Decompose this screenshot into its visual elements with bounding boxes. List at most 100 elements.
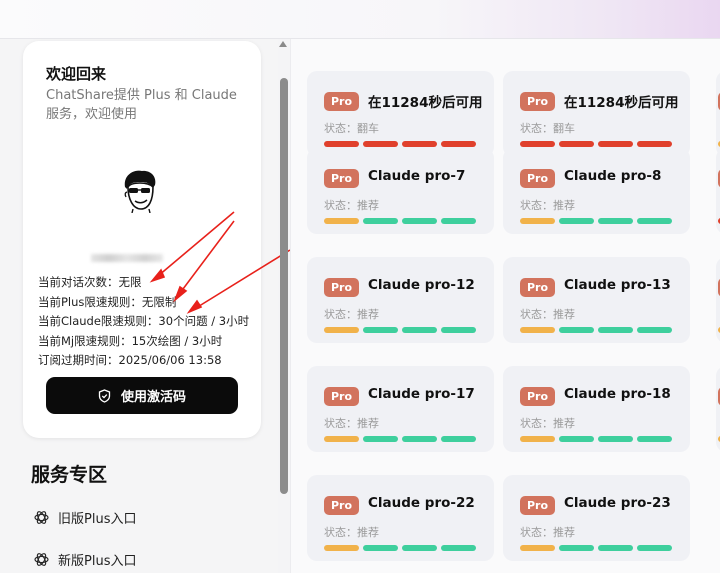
load-bar-segment	[441, 327, 476, 333]
service-item-label: 新版Plus入口	[58, 554, 137, 569]
pro-badge: Pro	[520, 169, 555, 188]
model-status: 状态：推荐	[324, 199, 379, 212]
load-bar-segment	[559, 327, 594, 333]
model-name: Claude pro-8	[564, 168, 662, 184]
load-indicator	[324, 545, 476, 551]
load-bar-segment	[324, 141, 359, 147]
sidebar-scrollbar[interactable]	[280, 78, 288, 494]
pro-badge: Pro	[324, 387, 359, 406]
pro-badge: Pro	[324, 278, 359, 297]
stat-mj-rule: 当前Mj限速规则：15次绘图 / 3小时	[38, 333, 223, 348]
model-status: 状态：推荐	[324, 526, 379, 539]
model-card[interactable]: Pro Claude pro-12 状态：推荐	[307, 257, 494, 343]
load-bar-segment	[598, 141, 633, 147]
load-indicator	[520, 436, 672, 442]
pro-badge: Pro	[520, 278, 555, 297]
model-card[interactable]: Pro 在11284秒后可用 状态：翻车	[307, 71, 494, 157]
load-bar-segment	[598, 327, 633, 333]
model-card[interactable]: Pro Claude pro-18 状态：推荐	[503, 366, 690, 452]
welcome-description: ChatShare提供 Plus 和 Claude 服务，欢迎使用	[46, 88, 237, 122]
model-name: 在11284秒后可用	[368, 95, 483, 111]
load-bar-segment	[441, 141, 476, 147]
load-bar-segment	[441, 436, 476, 442]
load-bar-segment	[363, 218, 398, 224]
load-indicator	[324, 436, 476, 442]
stat-expiry: 订阅过期时间：2025/06/06 13:58	[38, 353, 222, 367]
load-bar-segment	[559, 218, 594, 224]
load-indicator	[520, 218, 672, 224]
model-status: 状态：推荐	[324, 417, 379, 430]
model-card[interactable]: Pro 在11284秒后可用状态：翻车	[503, 71, 690, 157]
model-card-partial[interactable]	[716, 366, 720, 452]
load-bar-segment	[598, 545, 633, 551]
load-indicator	[520, 141, 672, 147]
model-status: 状态：推荐	[520, 308, 575, 321]
load-bar-segment	[363, 545, 398, 551]
load-bar-segment	[324, 436, 359, 442]
service-item-new-plus[interactable]: 新版Plus入口	[33, 550, 136, 569]
model-name: Claude pro-7	[368, 168, 466, 184]
load-bar-segment	[520, 218, 555, 224]
load-bar-segment	[598, 218, 633, 224]
load-bar-segment	[402, 436, 437, 442]
load-bar-segment	[637, 545, 672, 551]
load-bar-segment	[324, 218, 359, 224]
model-name: Claude pro-22	[368, 495, 475, 511]
top-bar	[0, 0, 720, 39]
model-name: Claude pro-12	[368, 277, 475, 293]
model-status: 状态：推荐	[324, 308, 379, 321]
load-bar-segment	[520, 436, 555, 442]
pro-badge: Pro	[324, 169, 359, 188]
pro-badge: Pro	[520, 92, 555, 111]
load-bar-segment	[637, 327, 672, 333]
load-bar-segment	[324, 545, 359, 551]
model-status: 状态：推荐	[520, 526, 575, 539]
load-indicator	[324, 141, 476, 147]
scroll-up-arrow[interactable]	[279, 41, 287, 47]
load-bar-segment	[559, 141, 594, 147]
model-card[interactable]: Pro Claude pro-7 状态：推荐	[307, 148, 494, 234]
load-indicator	[520, 545, 672, 551]
load-bar-segment	[598, 436, 633, 442]
model-name: Claude pro-18	[564, 386, 671, 402]
model-card[interactable]: Pro Claude pro-8 状态：推荐	[503, 148, 690, 234]
model-card[interactable]: Pro Claude pro-23 状态：推荐	[503, 475, 690, 561]
model-status: 状态：推荐	[520, 417, 575, 430]
load-bar-segment	[637, 218, 672, 224]
model-card[interactable]: Pro Claude pro-13 状态：推荐	[503, 257, 690, 343]
load-bar-segment	[402, 141, 437, 147]
model-card-partial[interactable]	[716, 148, 720, 234]
pro-badge: Pro	[520, 496, 555, 515]
activate-code-button[interactable]: 使用激活码	[46, 377, 238, 414]
activate-code-label: 使用激活码	[120, 390, 186, 405]
load-bar-segment	[324, 327, 359, 333]
model-card-partial[interactable]	[716, 71, 720, 157]
load-bar-segment	[520, 545, 555, 551]
load-bar-segment	[363, 327, 398, 333]
model-name: Claude pro-17	[368, 386, 475, 402]
load-bar-segment	[402, 545, 437, 551]
openai-icon	[34, 511, 49, 524]
load-bar-segment	[363, 436, 398, 442]
pro-badge: Pro	[520, 387, 555, 406]
model-status: 状态：推荐	[520, 199, 575, 212]
model-status: 状态：翻车	[520, 122, 575, 135]
model-name: Claude pro-13	[564, 277, 671, 293]
pro-badge: Pro	[324, 496, 359, 515]
service-item-old-plus[interactable]: 旧版Plus入口	[33, 508, 136, 527]
services-title: 服务专区	[31, 464, 108, 486]
load-indicator	[324, 327, 476, 333]
load-bar-segment	[559, 545, 594, 551]
model-status: 状态：翻车	[324, 122, 379, 135]
load-bar-segment	[441, 218, 476, 224]
model-name: Claude pro-23	[564, 495, 671, 511]
service-item-label: 旧版Plus入口	[58, 512, 137, 527]
model-card-partial[interactable]	[716, 257, 720, 343]
load-bar-segment	[402, 218, 437, 224]
load-bar-segment	[402, 327, 437, 333]
model-name: 在11284秒后可用	[564, 95, 679, 111]
welcome-title: 欢迎回来	[46, 65, 107, 83]
model-card[interactable]: Pro Claude pro-17 状态：推荐	[307, 366, 494, 452]
model-card[interactable]: Pro Claude pro-22 状态：推荐	[307, 475, 494, 561]
shield-icon	[98, 388, 111, 403]
